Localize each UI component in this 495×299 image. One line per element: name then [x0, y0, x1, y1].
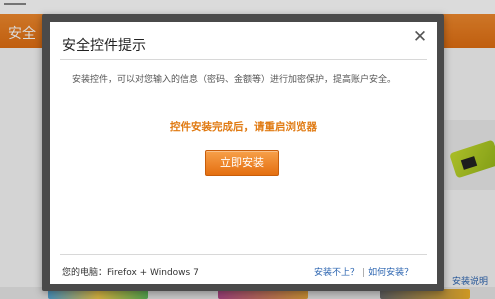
footer-links: 安装不上？ | 如何安装？: [314, 265, 413, 278]
dialog-divider: [60, 59, 427, 60]
restart-browser-notice: 控件安装完成后，请重启浏览器: [170, 121, 317, 133]
dialog-title: 安全控件提示: [62, 38, 146, 54]
close-icon[interactable]: ✕: [411, 28, 429, 46]
security-control-dialog: 安全控件提示 ✕ 安装控件，可以对您输入的信息（密码、金额等）进行加密保护，提高…: [50, 22, 437, 284]
environment-info: 您的电脑：Firefox + Windows 7: [62, 268, 199, 278]
dialog-description: 安装控件，可以对您输入的信息（密码、金额等）进行加密保护，提高账户安全。: [72, 75, 397, 85]
footer-separator: |: [362, 268, 366, 278]
how-to-install-link[interactable]: 如何安装？: [368, 268, 413, 278]
install-now-button[interactable]: 立即安装: [205, 150, 279, 176]
dialog-footer-divider: [60, 254, 427, 255]
install-failed-link[interactable]: 安装不上？: [314, 268, 359, 278]
